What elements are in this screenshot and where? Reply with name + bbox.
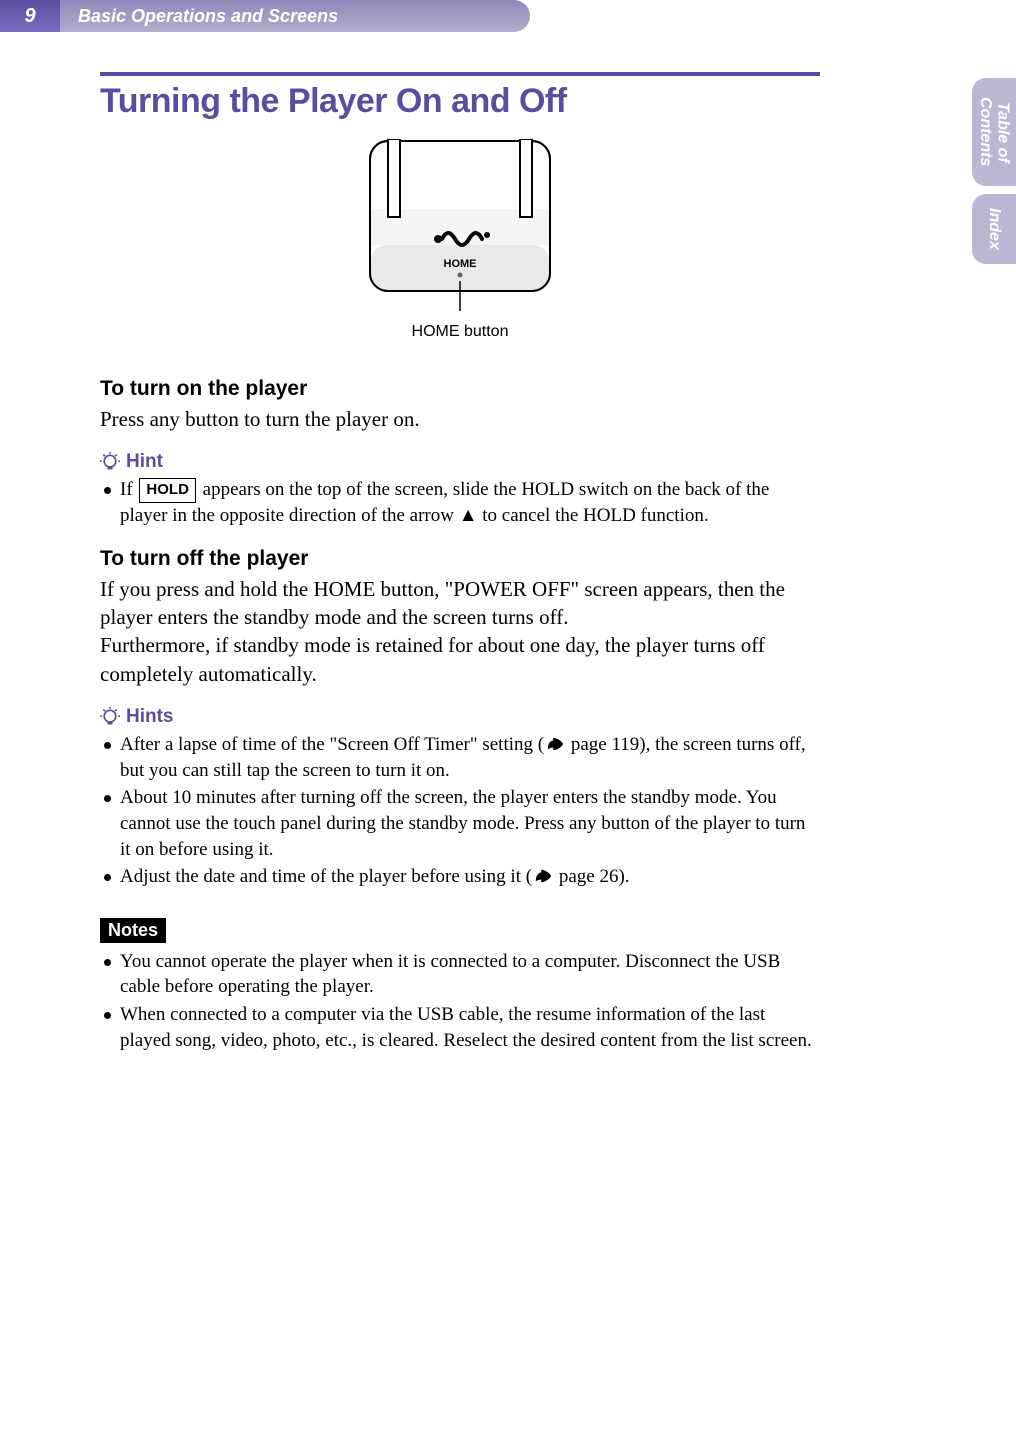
- tab-toc-label: Table ofContents: [976, 97, 1011, 166]
- notes-label: Notes: [100, 918, 166, 943]
- hint-list-1: If HOLD appears on the top of the screen…: [100, 477, 820, 528]
- hint-label-text: Hint: [126, 451, 163, 473]
- tab-table-of-contents[interactable]: Table ofContents: [972, 78, 1016, 186]
- device-illustration: HOME HOME button: [100, 139, 820, 341]
- device-caption: HOME button: [412, 323, 509, 341]
- side-tabs: Table ofContents Index: [972, 78, 1016, 264]
- turn-off-heading: To turn off the player: [100, 547, 820, 571]
- title-rule: [100, 72, 820, 76]
- hints-item: After a lapse of time of the "Screen Off…: [100, 732, 820, 783]
- tab-index[interactable]: Index: [972, 194, 1016, 264]
- hint-label: Hint: [100, 451, 820, 473]
- turn-on-body: Press any button to turn the player on.: [100, 405, 820, 433]
- hints-item: About 10 minutes after turning off the s…: [100, 785, 820, 862]
- hints-label-text: Hints: [126, 706, 174, 728]
- see-page-icon: [544, 735, 566, 753]
- notes-item: When connected to a computer via the USB…: [100, 1002, 820, 1053]
- turn-on-heading: To turn on the player: [100, 377, 820, 401]
- notes-item: You cannot operate the player when it is…: [100, 949, 820, 1000]
- hints-item: Adjust the date and time of the player b…: [100, 864, 820, 890]
- player-svg: HOME: [340, 139, 580, 319]
- page-header: 9 Basic Operations and Screens: [0, 0, 1016, 32]
- lightbulb-icon: [100, 451, 120, 473]
- page-content: Turning the Player On and Off HOME HOME …: [0, 32, 920, 1053]
- lightbulb-icon: [100, 706, 120, 728]
- page-number: 9: [0, 0, 60, 32]
- hint-item: If HOLD appears on the top of the screen…: [100, 477, 820, 528]
- see-page-icon: [532, 867, 554, 885]
- page-title: Turning the Player On and Off: [100, 82, 820, 121]
- chapter-title: Basic Operations and Screens: [60, 0, 530, 32]
- hold-badge: HOLD: [139, 478, 196, 502]
- turn-off-body: If you press and hold the HOME button, "…: [100, 575, 820, 688]
- tab-index-label: Index: [985, 208, 1003, 250]
- hints-label: Hints: [100, 706, 820, 728]
- home-label-text: HOME: [444, 258, 477, 270]
- notes-list: You cannot operate the player when it is…: [100, 949, 820, 1054]
- hints-list: After a lapse of time of the "Screen Off…: [100, 732, 820, 890]
